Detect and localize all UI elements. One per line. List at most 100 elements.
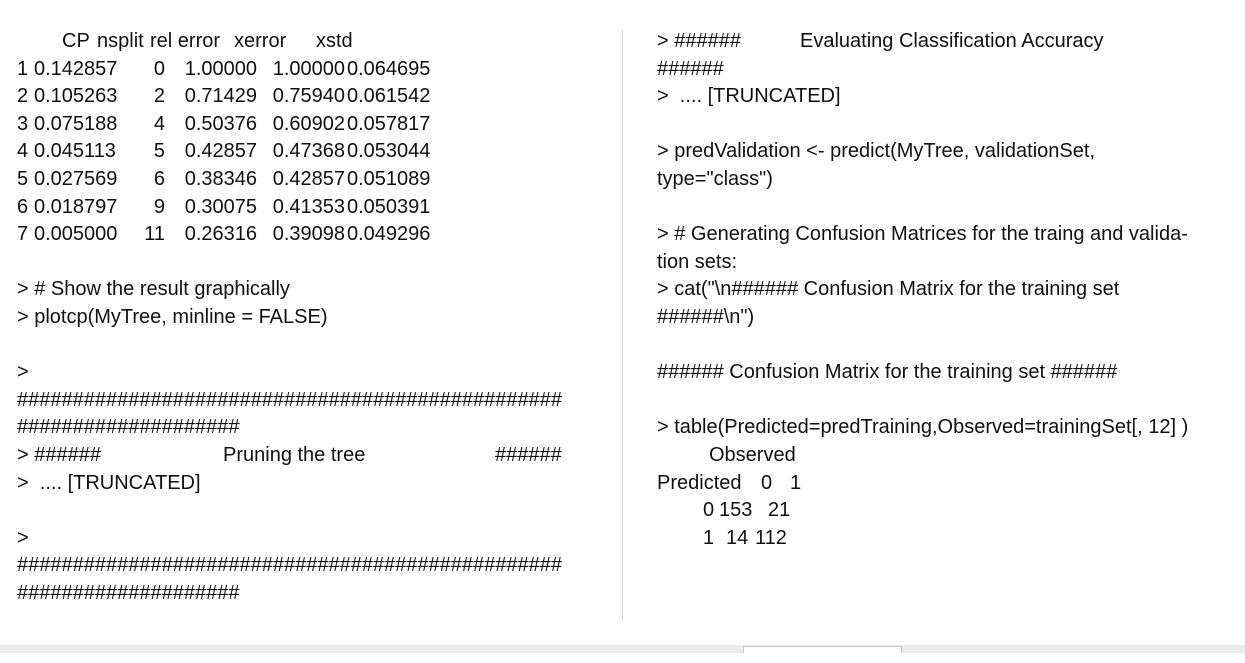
cell-value: 112 [755,526,787,549]
cp-value: 0.045113 [34,140,116,163]
cp-row-index: 5 [17,167,29,190]
pruning-title: Pruning the tree [223,443,366,466]
eval-suffix: ###### [657,57,724,80]
hash-separator: ########################################… [17,388,563,411]
nsplit-value: 4 [153,112,165,135]
prompt-line: > [17,526,29,549]
cp-row-index: 2 [17,85,29,108]
xstd-value: 0.051089 [347,167,431,190]
bottom-tab[interactable] [743,646,902,653]
eval-prefix: > ###### [657,30,741,52]
eval-heading-line: > ###### Evaluating Classification Accur… [657,28,1237,56]
cp-header-nsplit: nsplit [97,30,144,52]
document-page: CP nsplit rel error xerror xstd 1 0.14285… [0,0,1245,645]
cp-row-index: 4 [17,140,29,163]
xstd-value: 0.053044 [347,140,431,163]
confusion-predicted-header: Predicted 0 1 [657,470,1237,498]
column-divider [622,30,623,620]
xerror-value: 0.41353 [272,195,345,218]
confusion-row: 1 14 112 [657,525,1237,553]
cp-header-xstd: xstd [316,30,353,52]
row-label: 1 [703,526,715,549]
cp-table-body: 1 0.142857 0 1.00000 1.00000 0.064695 2 0.10526… [17,56,607,249]
left-column: CP nsplit rel error xerror xstd 1 0.14285… [17,28,607,607]
table-command: > table(Predicted=predTraining,Observed=… [657,416,1189,439]
cp-row-index: 6 [17,195,29,218]
cat-command: > cat("\n###### Confusion Matrix for the… [657,278,1120,301]
hash-separator: #################### [17,416,240,439]
cp-table-row: 4 0.045113 5 0.42857 0.47368 0.053044 [17,138,607,166]
xerror-value: 0.75940 [272,85,345,108]
cell-value: 21 [768,499,791,522]
cp-table-row: 2 0.105263 2 0.71429 0.75940 0.061542 [17,83,607,111]
hash-separator: #################### [17,581,240,604]
xstd-value: 0.064695 [347,57,431,80]
cp-row-index: 7 [17,223,29,246]
eval-title: Evaluating Classification Accuracy [800,30,1104,52]
comment-confusion: > # Generating Confusion Matrices for th… [657,223,1188,246]
xerror-value: 0.39098 [272,223,345,246]
nsplit-value: 2 [153,85,165,108]
cp-table-row: 3 0.075188 4 0.50376 0.60902 0.057817 [17,111,607,139]
xstd-value: 0.057817 [347,112,431,135]
observed-label: Observed [709,443,796,466]
confusion-row: 0 153 21 [657,497,1237,525]
truncated-line: > .... [TRUNCATED] [17,471,201,494]
cp-table-row: 1 0.142857 0 1.00000 1.00000 0.064695 [17,56,607,84]
cp-value: 0.105263 [34,85,118,108]
cell-value: 14 [726,526,749,549]
nsplit-value: 5 [153,140,165,163]
col-header-0: 0 [761,471,773,494]
nsplit-value: 11 [144,223,165,246]
rel-error-value: 1.00000 [184,57,257,80]
nsplit-value: 0 [153,57,165,80]
cp-table-row: 6 0.018797 9 0.30075 0.41353 0.050391 [17,194,607,222]
predicted-label: Predicted [657,471,742,494]
cp-value: 0.142857 [34,57,118,80]
pruning-heading-line: > ###### Pruning the tree ###### [17,442,607,470]
cp-table-row: 7 0.005000 11 0.26316 0.39098 0.049296 [17,221,607,249]
predict-command-cont: type="class") [657,167,773,190]
pruning-suffix: ###### [495,443,562,466]
cp-row-index: 1 [17,57,29,80]
xstd-value: 0.049296 [347,223,431,246]
cp-header-xerror: xerror [234,30,287,52]
cat-command-cont: ######\n") [657,305,755,328]
cell-value: 153 [719,499,753,522]
status-bar [0,645,1245,653]
col-header-1: 1 [790,471,802,494]
cp-header-cp: CP [62,30,90,52]
nsplit-value: 9 [153,195,165,218]
cp-table-header: CP nsplit rel error xerror xstd [17,28,607,56]
rel-error-value: 0.38346 [184,167,257,190]
cp-value: 0.027569 [34,167,118,190]
rel-error-value: 0.26316 [184,223,257,246]
predict-command: > predValidation <- predict(MyTree, vali… [657,140,1095,163]
xerror-value: 0.47368 [272,140,345,163]
xstd-value: 0.061542 [347,85,431,108]
xstd-value: 0.050391 [347,195,431,218]
hash-separator: ########################################… [17,554,563,577]
nsplit-value: 6 [153,167,165,190]
confusion-matrix-title: ###### Confusion Matrix for the training… [657,361,1118,384]
comment-show-graphically: > # Show the result graphically [17,278,290,301]
xerror-value: 1.00000 [272,57,345,80]
rel-error-value: 0.71429 [184,85,257,108]
truncated-line: > .... [TRUNCATED] [657,85,841,108]
plotcp-command: > plotcp(MyTree, minline = FALSE) [17,305,328,328]
cp-value: 0.005000 [34,223,118,246]
cp-row-index: 3 [17,112,29,135]
rel-error-value: 0.50376 [184,112,257,135]
row-label: 0 [703,499,715,522]
confusion-observed-header: Observed [657,442,1237,470]
rel-error-value: 0.42857 [184,140,257,163]
rel-error-value: 0.30075 [184,195,257,218]
right-column: > ###### Evaluating Classification Accur… [657,28,1237,552]
cp-header-rel-error: rel error [150,30,221,52]
pruning-prefix: > ###### [17,443,101,466]
xerror-value: 0.42857 [272,167,345,190]
cp-table-row: 5 0.027569 6 0.38346 0.42857 0.051089 [17,166,607,194]
cp-value: 0.018797 [34,195,118,218]
comment-confusion-cont: tion sets: [657,250,738,273]
prompt-line: > [17,361,29,384]
